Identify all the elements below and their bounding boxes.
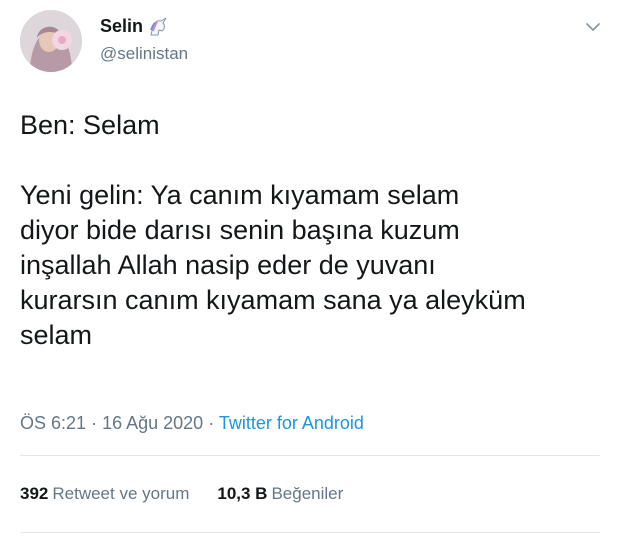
- unicorn-icon: [147, 17, 169, 37]
- retweets-count: 392: [20, 484, 49, 503]
- tweet-meta: ÖS 6:21 · 16 Ağu 2020 · Twitter for Andr…: [20, 413, 364, 434]
- tweet-source-link[interactable]: Twitter for Android: [219, 413, 364, 433]
- retweets-label: Retweet ve yorum: [52, 484, 190, 503]
- retweets-stat[interactable]: 392 Retweet ve yorum: [20, 484, 189, 504]
- display-name[interactable]: Selin: [100, 16, 143, 37]
- tweet-date[interactable]: 16 Ağu 2020: [102, 413, 203, 433]
- divider: [20, 532, 600, 533]
- likes-label: Beğeniler: [271, 484, 344, 503]
- likes-count: 10,3 B: [217, 484, 268, 503]
- meta-separator: ·: [91, 413, 103, 433]
- meta-separator: ·: [208, 413, 219, 433]
- user-handle[interactable]: @selinistan: [100, 44, 188, 64]
- tweet-stats: 392 Retweet ve yorum 10,3 B Beğeniler: [20, 484, 343, 504]
- divider: [20, 455, 600, 456]
- avatar[interactable]: [20, 10, 82, 72]
- tweet-text: Ben: Selam Yeni gelin: Ya canım kıyamam …: [20, 110, 526, 350]
- user-name-row[interactable]: Selin: [100, 16, 169, 37]
- tweet-time[interactable]: ÖS 6:21: [20, 413, 86, 433]
- likes-stat[interactable]: 10,3 B Beğeniler: [217, 484, 343, 504]
- chevron-down-icon[interactable]: [585, 20, 601, 32]
- tweet-card: Selin @selinistan Ben: Selam Yeni gelin:…: [0, 0, 620, 538]
